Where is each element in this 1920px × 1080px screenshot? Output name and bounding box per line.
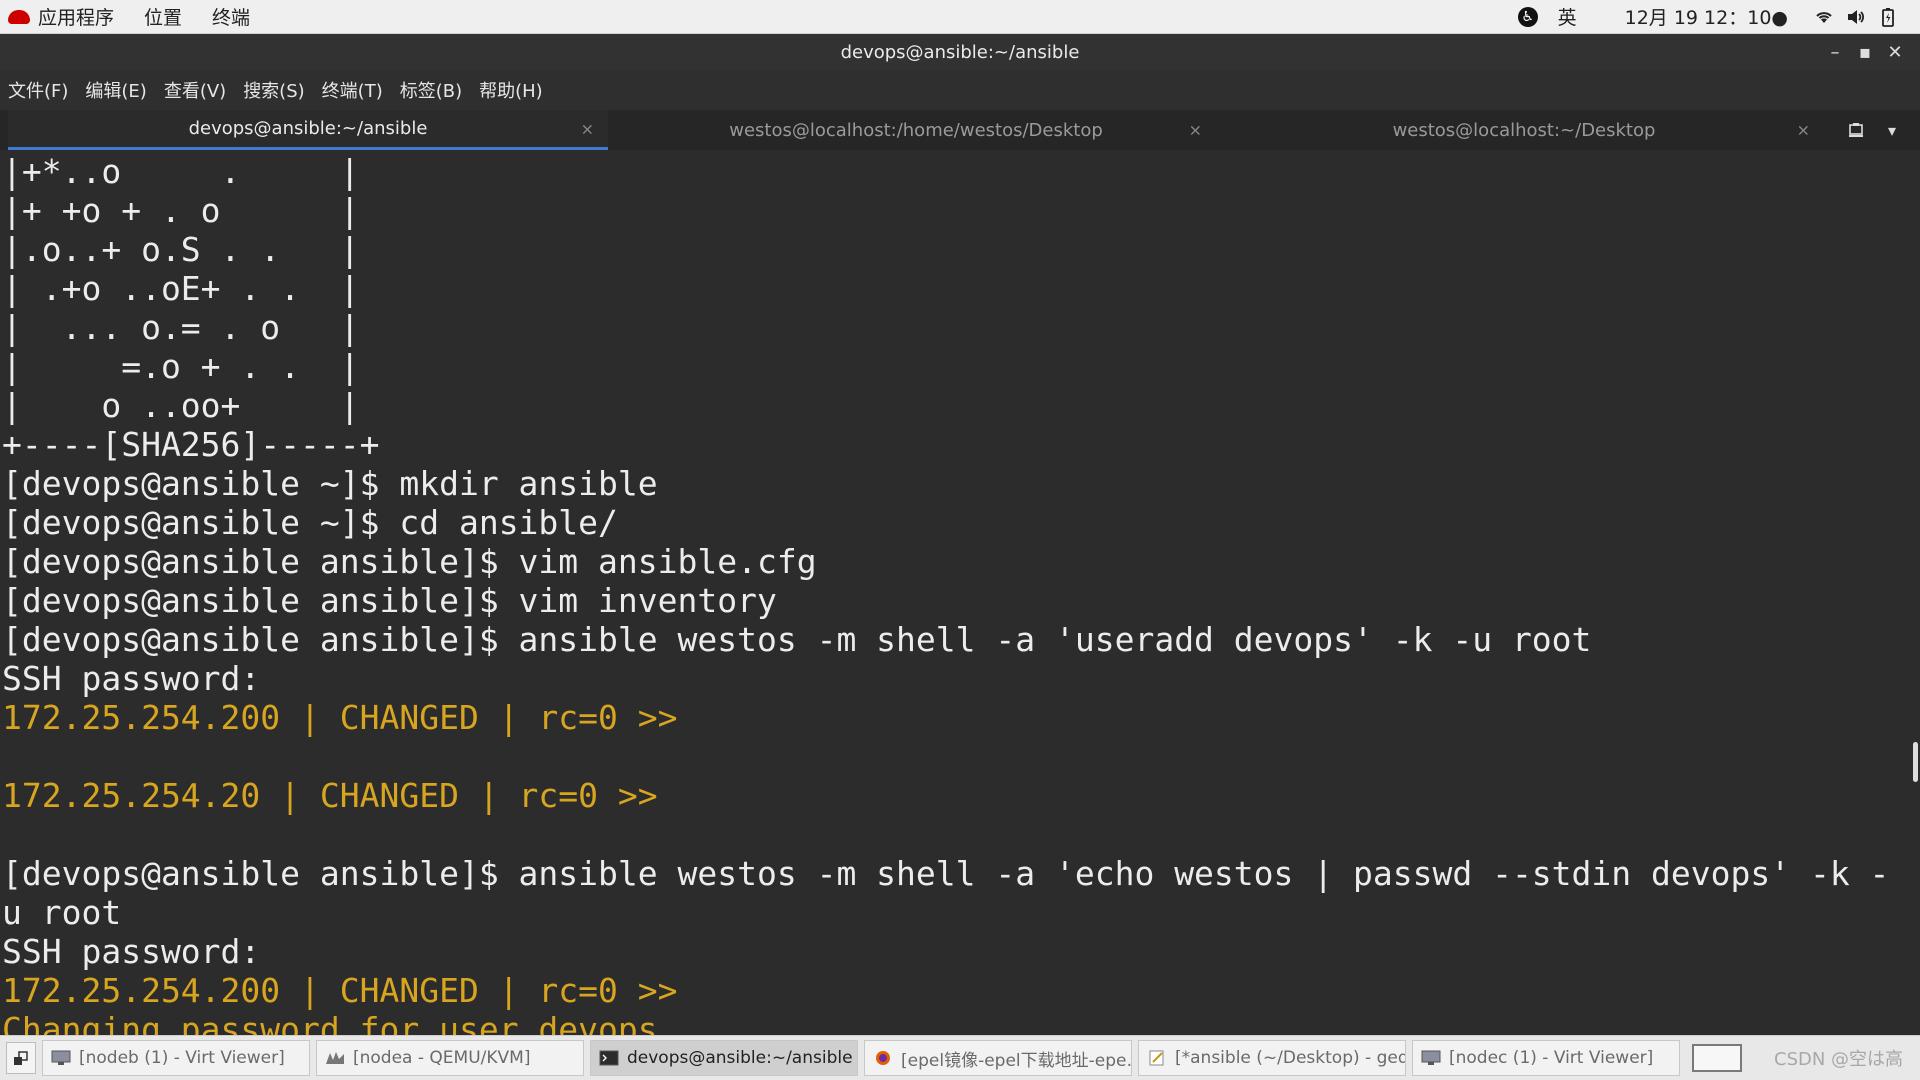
tab-close-icon[interactable]: × <box>1189 121 1202 140</box>
minimize-icon[interactable]: – <box>1820 37 1850 67</box>
tab-tools: ▾ <box>1838 110 1920 150</box>
monitor-icon <box>1421 1050 1441 1065</box>
menu-search[interactable]: 搜索(S) <box>243 77 304 103</box>
applications-menu[interactable]: 应用程序 <box>38 3 114 30</box>
terminal-line: |+ +o + . o | <box>2 191 360 230</box>
window-controls: – ▪ ✕ <box>1820 34 1910 70</box>
tab-devops-ansible[interactable]: devops@ansible:~/ansible × <box>8 110 608 150</box>
terminal-tab-bar: devops@ansible:~/ansible × westos@localh… <box>0 110 1920 150</box>
terminal-line: 172.25.254.20 | CHANGED | rc=0 >> <box>2 776 658 815</box>
task-firefox-epel[interactable]: [epel镜像-epel下载地址-epe… <box>864 1040 1132 1076</box>
terminal-line: |+*..o . | <box>2 152 360 191</box>
menu-edit[interactable]: 编辑(E) <box>85 77 146 103</box>
window-titlebar[interactable]: devops@ansible:~/ansible – ▪ ✕ <box>0 34 1920 70</box>
task-nodea-qemu-kvm[interactable]: [nodea - QEMU/KVM] <box>316 1040 584 1076</box>
task-label: [nodea - QEMU/KVM] <box>353 1048 531 1068</box>
show-desktop-icon[interactable] <box>6 1042 36 1074</box>
terminal-output: |+*..o . | |+ +o + . o | |.o..+ o.S . . | |… <box>2 152 1902 1035</box>
terminal-icon <box>599 1050 619 1066</box>
new-tab-icon[interactable] <box>1838 115 1874 145</box>
volume-icon[interactable] <box>1846 7 1866 27</box>
battery-icon[interactable] <box>1878 7 1898 27</box>
terminal-app-menu[interactable]: 终端 <box>212 3 250 30</box>
tab-westos-desktop[interactable]: westos@localhost:~/Desktop × <box>1224 110 1824 150</box>
window-title: devops@ansible:~/ansible <box>840 41 1080 63</box>
task-label: [epel镜像-epel下载地址-epe… <box>901 1050 1132 1071</box>
task-nodeb-virt-viewer[interactable]: [nodeb (1) - Virt Viewer] <box>42 1040 310 1076</box>
input-method-indicator[interactable]: 英 <box>1558 3 1577 30</box>
terminal-line: | o ..oo+ | <box>2 386 360 425</box>
task-gedit-ansible[interactable]: [*ansible (~/Desktop) - gedit] <box>1138 1040 1406 1076</box>
terminal-line: 172.25.254.200 | CHANGED | rc=0 >> <box>2 971 678 1010</box>
terminal-line: [devops@ansible ansible]$ vim ansible.cf… <box>2 542 817 581</box>
terminal-line: u root <box>2 893 122 932</box>
terminal-view[interactable]: |+*..o . | |+ +o + . o | |.o..+ o.S . . | |… <box>0 150 1920 1035</box>
terminal-line: | =.o + . . | <box>2 347 360 386</box>
task-label: [nodeb (1) - Virt Viewer] <box>79 1048 285 1068</box>
terminal-scrollbar[interactable] <box>1913 742 1918 782</box>
window-list-taskbar: [nodeb (1) - Virt Viewer] [nodea - QEMU/… <box>0 1035 1920 1080</box>
task-label: [nodec (1) - Virt Viewer] <box>1449 1048 1654 1068</box>
menu-tabs[interactable]: 标签(B) <box>400 77 462 103</box>
terminal-line: [devops@ansible ansible]$ ansible westos… <box>2 620 1592 659</box>
task-devops-terminal[interactable]: devops@ansible:~/ansible <box>590 1040 858 1076</box>
maximize-icon[interactable]: ▪ <box>1850 37 1880 67</box>
task-label: devops@ansible:~/ansible <box>627 1048 853 1068</box>
terminal-line: |.o..+ o.S . . | <box>2 230 360 269</box>
terminal-line: [devops@ansible ~]$ mkdir ansible <box>2 464 658 503</box>
tab-close-icon[interactable]: × <box>581 119 594 138</box>
close-icon[interactable]: ✕ <box>1880 37 1910 67</box>
kvm-icon <box>326 1052 344 1064</box>
terminal-line: [devops@ansible ansible]$ ansible westos… <box>2 854 1890 893</box>
menu-help[interactable]: 帮助(H) <box>479 77 543 103</box>
terminal-line: 172.25.254.200 | CHANGED | rc=0 >> <box>2 698 678 737</box>
tab-label: westos@localhost:~/Desktop <box>1392 119 1656 141</box>
gnome-top-bar: 应用程序 位置 终端 ♿ 英 12月 19 12：10● <box>0 0 1920 34</box>
tab-label: westos@localhost:/home/westos/Desktop <box>729 119 1103 141</box>
workspace-switcher[interactable] <box>1692 1044 1742 1072</box>
menu-view[interactable]: 查看(V) <box>164 77 226 103</box>
wifi-icon[interactable] <box>1814 7 1834 27</box>
terminal-line: SSH password: <box>2 932 261 971</box>
terminal-line: [devops@ansible ~]$ cd ansible/ <box>2 503 618 542</box>
task-nodec-virt-viewer[interactable]: [nodec (1) - Virt Viewer] <box>1412 1040 1680 1076</box>
top-bar-status-area: ♿ 英 12月 19 12：10● <box>1517 0 1920 33</box>
tab-close-icon[interactable]: × <box>1797 121 1810 140</box>
tab-label: devops@ansible:~/ansible <box>188 118 428 139</box>
terminal-line: | .+o ..oE+ . . | <box>2 269 360 308</box>
tab-westos-home-desktop[interactable]: westos@localhost:/home/westos/Desktop × <box>616 110 1216 150</box>
clock[interactable]: 12月 19 12：10● <box>1625 3 1788 30</box>
places-menu[interactable]: 位置 <box>144 3 182 30</box>
menu-terminal[interactable]: 终端(T) <box>322 77 383 103</box>
monitor-icon <box>51 1050 71 1065</box>
menu-file[interactable]: 文件(F) <box>8 77 68 103</box>
terminal-line: +----[SHA256]-----+ <box>2 425 380 464</box>
desktop-screen: 应用程序 位置 终端 ♿ 英 12月 19 12：10● devops@ansi… <box>0 0 1920 1080</box>
task-label: [*ansible (~/Desktop) - gedit] <box>1175 1048 1406 1068</box>
tab-list-chevron-down-icon[interactable]: ▾ <box>1874 115 1910 145</box>
gedit-icon <box>1149 1050 1164 1066</box>
terminal-line: SSH password: <box>2 659 261 698</box>
terminal-line: Changing password for user devops. <box>2 1010 678 1035</box>
firefox-icon <box>876 1051 890 1065</box>
redhat-logo-icon <box>8 9 30 24</box>
watermark: CSDN @空は高 <box>1774 1049 1904 1070</box>
terminal-line: | ... o.= . o | <box>2 308 360 347</box>
terminal-line: [devops@ansible ansible]$ vim inventory <box>2 581 777 620</box>
terminal-menubar: 文件(F) 编辑(E) 查看(V) 搜索(S) 终端(T) 标签(B) 帮助(H… <box>0 70 1920 110</box>
accessibility-icon[interactable]: ♿ <box>1517 6 1538 27</box>
